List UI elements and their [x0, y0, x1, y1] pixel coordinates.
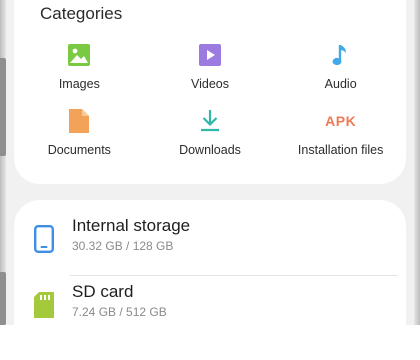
category-images[interactable]: Images — [14, 42, 145, 108]
category-label: Videos — [190, 77, 229, 91]
storage-size: 7.24 GB / 512 GB — [72, 305, 167, 319]
sd-card-icon — [30, 288, 58, 322]
category-videos[interactable]: Videos — [145, 42, 276, 108]
categories-grid: Images Videos Audio Documents Downloads … — [14, 42, 406, 174]
my-files-screen: Categories Images Videos Audio Documents… — [6, 0, 414, 360]
category-audio[interactable]: Audio — [275, 42, 406, 108]
storage-card: Internal storage 30.32 GB / 128 GB SD ca… — [14, 200, 406, 360]
category-label: Documents — [47, 143, 111, 157]
storage-name: SD card — [72, 282, 134, 301]
category-documents[interactable]: Documents — [14, 108, 145, 174]
apk-icon: APK — [325, 108, 357, 134]
phone-bezel-right — [414, 0, 420, 325]
category-label: Downloads — [179, 143, 241, 157]
video-icon — [197, 42, 223, 68]
storage-name: Internal storage — [72, 216, 191, 235]
download-icon — [197, 108, 223, 134]
storage-item-internal[interactable]: Internal storage 30.32 GB / 128 GB — [14, 210, 406, 276]
category-label: Audio — [324, 77, 357, 91]
phone-icon — [30, 222, 58, 256]
document-icon — [66, 108, 92, 134]
music-note-icon — [328, 42, 354, 68]
image-icon — [66, 42, 92, 68]
storage-size: 30.32 GB / 128 GB — [72, 239, 174, 253]
category-installation-files[interactable]: APK Installation files — [275, 108, 406, 174]
category-label: Images — [58, 77, 100, 91]
category-label: Installation files — [297, 143, 384, 157]
category-downloads[interactable]: Downloads — [145, 108, 276, 174]
storage-item-sd-card[interactable]: SD card 7.24 GB / 512 GB — [14, 276, 406, 342]
categories-card: Categories Images Videos Audio Documents… — [14, 0, 406, 184]
apk-icon-text: APK — [325, 113, 357, 129]
categories-title: Categories — [40, 4, 123, 23]
